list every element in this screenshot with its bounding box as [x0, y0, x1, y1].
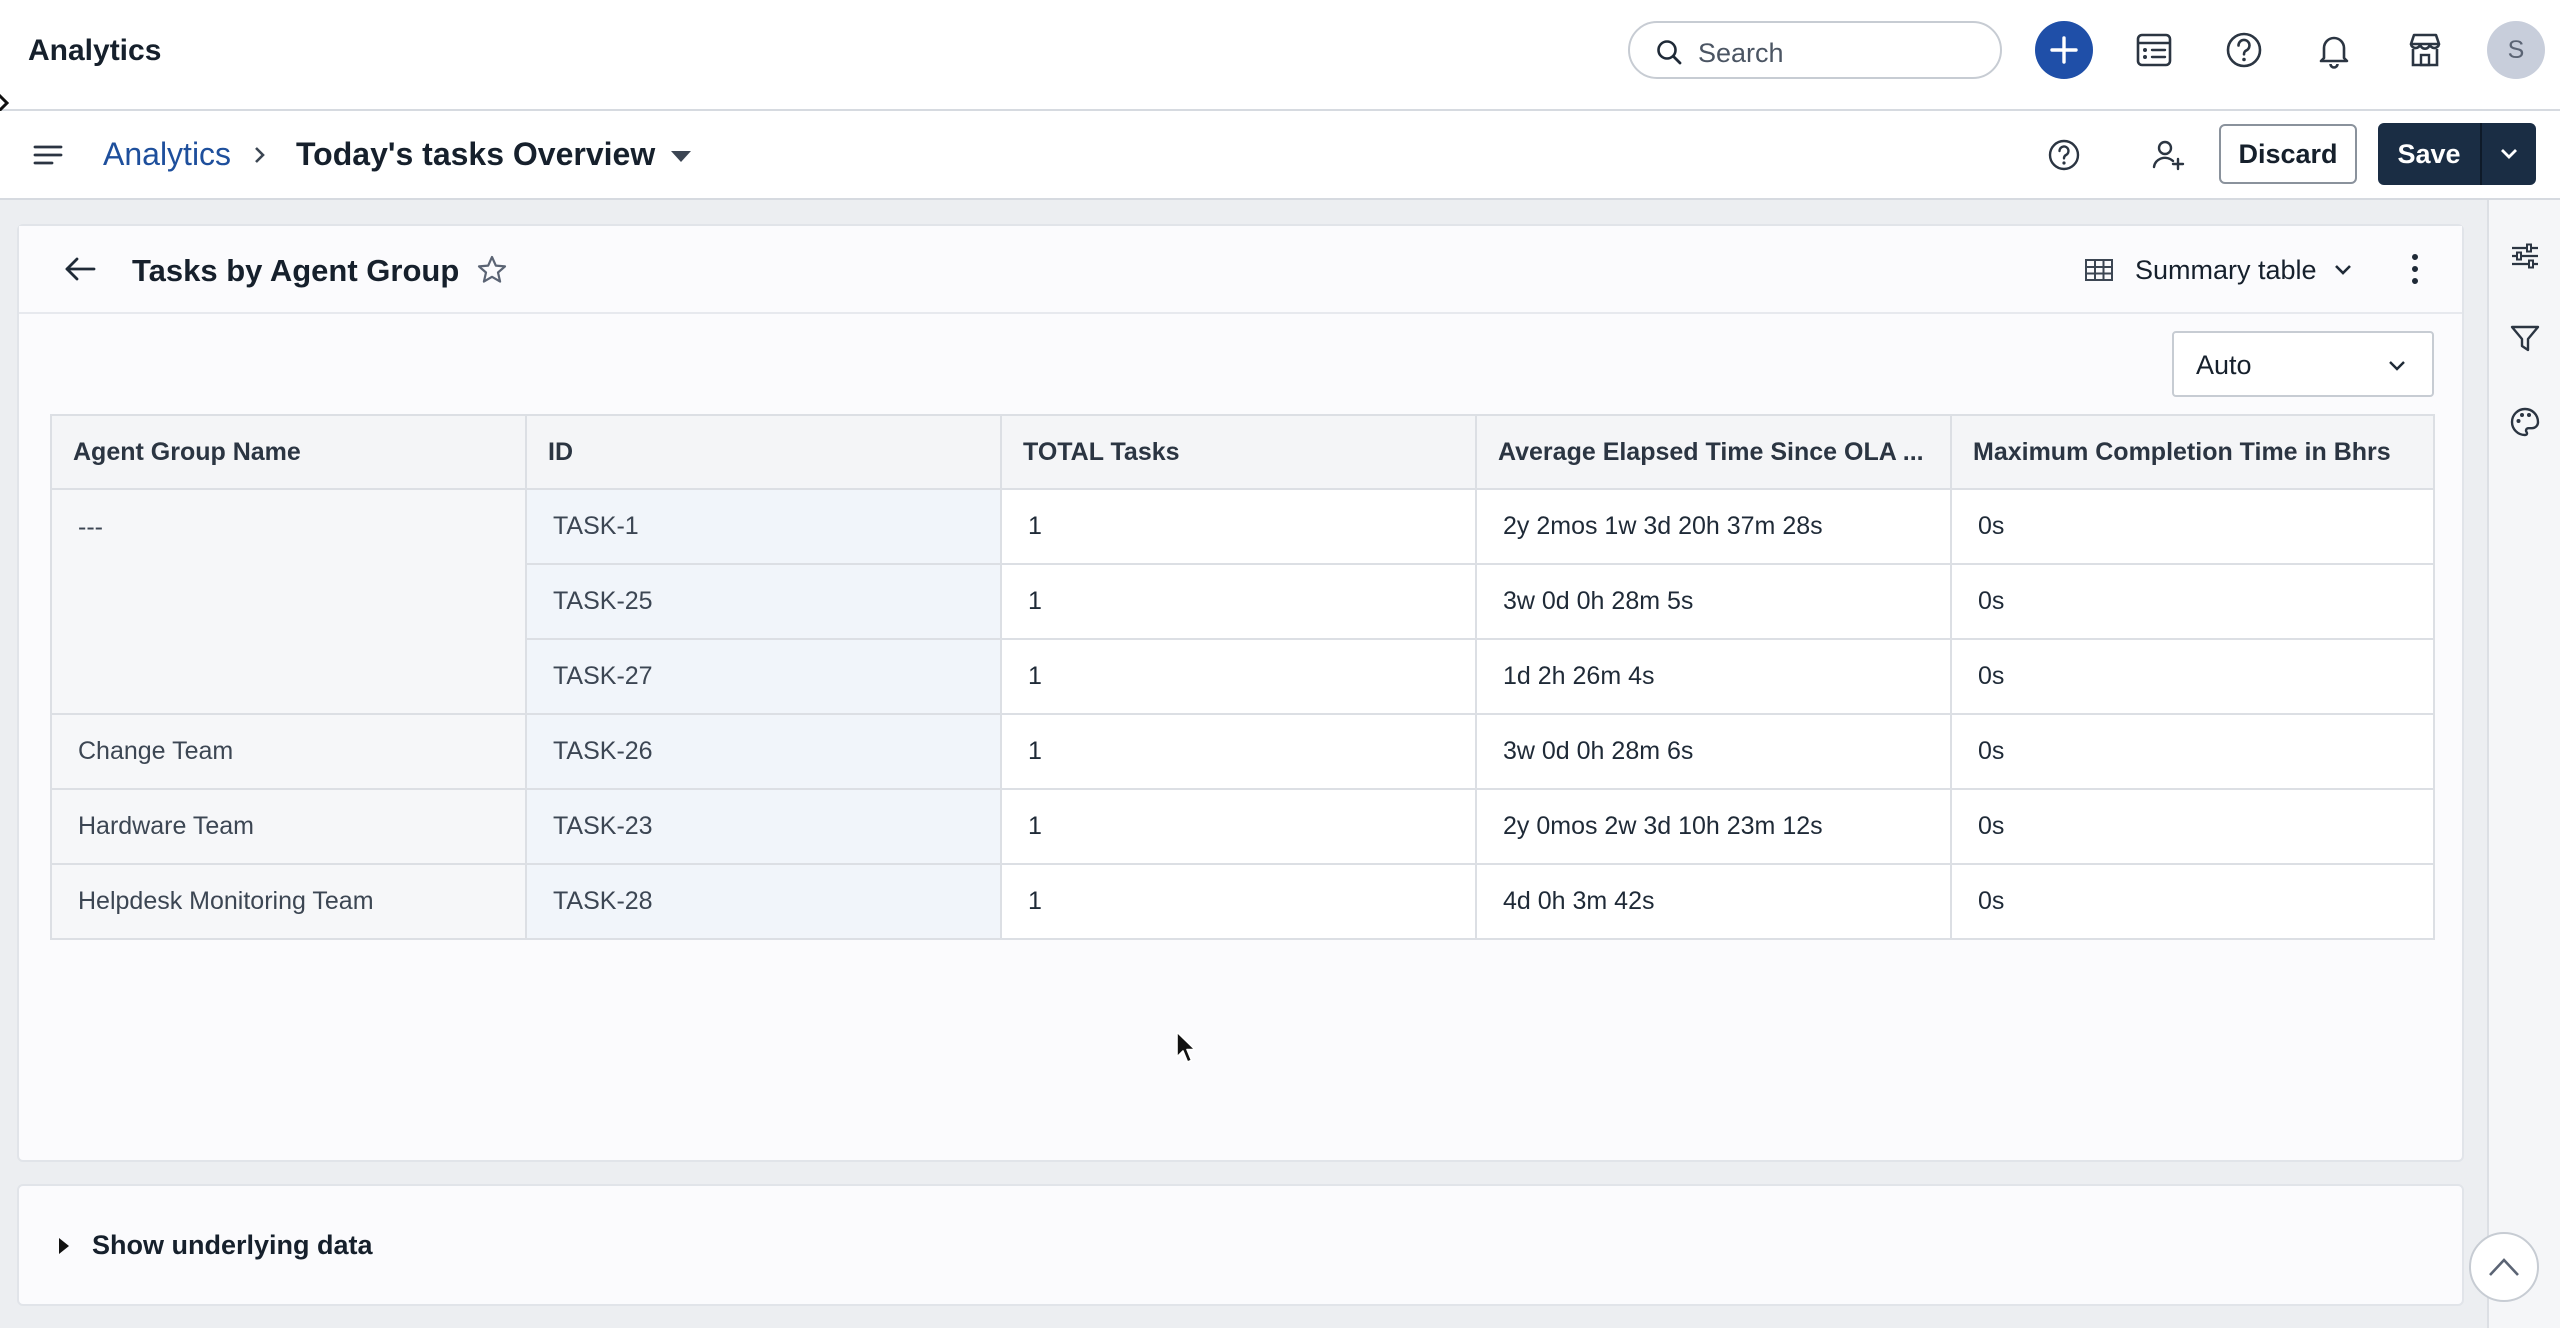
app-title: Analytics — [28, 34, 162, 67]
user-avatar[interactable]: S — [2487, 21, 2545, 79]
max-completion-cell: 0s — [1950, 638, 2435, 715]
filter-icon[interactable] — [2509, 322, 2541, 354]
right-side-rail — [2487, 200, 2560, 1328]
chevron-right-icon — [255, 147, 265, 163]
task-id-cell: TASK-26 — [525, 713, 1002, 790]
top-header: Analytics Search S — [0, 0, 2560, 111]
back-arrow-icon[interactable] — [63, 254, 97, 284]
visualization-type-select[interactable]: Summary table — [2085, 250, 2353, 290]
agent-group-cell: Hardware Team — [50, 788, 527, 865]
more-options-icon[interactable] — [2409, 252, 2421, 286]
avg-elapsed-cell: 1d 2h 26m 4s — [1475, 638, 1952, 715]
store-icon — [2409, 33, 2441, 67]
table-size-select[interactable]: Auto — [2172, 331, 2434, 397]
total-tasks-cell: 1 — [1000, 488, 1477, 565]
marketplace-button[interactable] — [2396, 21, 2454, 79]
report-title: Tasks by Agent Group — [132, 253, 460, 288]
report-card-header: Tasks by Agent Group Summary table — [19, 226, 2462, 314]
report-card: Tasks by Agent Group Summary table Auto — [17, 224, 2464, 1162]
table-row: Hardware Team TASK-23 1 2y 0mos 2w 3d 10… — [50, 788, 2435, 865]
max-completion-cell: 0s — [1950, 863, 2435, 940]
search-input[interactable]: Search — [1628, 21, 2002, 79]
total-tasks-cell: 1 — [1000, 788, 1477, 865]
underlying-data-panel[interactable]: Show underlying data — [17, 1184, 2464, 1306]
save-options-button[interactable] — [2482, 123, 2536, 185]
column-header[interactable]: TOTAL Tasks — [1000, 414, 1477, 490]
avg-elapsed-cell: 2y 0mos 2w 3d 10h 23m 12s — [1475, 788, 1952, 865]
table-header-row: Agent Group Name ID TOTAL Tasks Average … — [50, 414, 2435, 490]
total-tasks-cell: 1 — [1000, 563, 1477, 640]
column-header[interactable]: Maximum Completion Time in Bhrs — [1950, 414, 2435, 490]
search-icon — [1657, 40, 1682, 65]
search-placeholder: Search — [1698, 38, 1784, 68]
chevron-down-icon — [2501, 149, 2517, 159]
caret-down-icon[interactable] — [668, 148, 694, 164]
total-tasks-cell: 1 — [1000, 863, 1477, 940]
chevron-down-icon — [2389, 361, 2405, 371]
column-header[interactable]: ID — [525, 414, 1002, 490]
discard-button[interactable]: Discard — [2219, 124, 2357, 184]
create-new-button[interactable] — [2035, 21, 2093, 79]
chevron-up-icon — [2489, 1258, 2519, 1276]
total-tasks-cell: 1 — [1000, 638, 1477, 715]
task-id-cell: TASK-23 — [525, 788, 1002, 865]
settings-sliders-icon[interactable] — [2509, 240, 2541, 272]
bell-icon — [2319, 36, 2349, 69]
chevron-down-icon — [2334, 265, 2351, 275]
avg-elapsed-cell: 4d 0h 3m 42s — [1475, 863, 1952, 940]
column-header[interactable]: Average Elapsed Time Since OLA ... — [1475, 414, 1952, 490]
avg-elapsed-cell: 2y 2mos 1w 3d 20h 37m 28s — [1475, 488, 1952, 565]
visualization-type-label: Summary table — [2135, 254, 2317, 285]
help-icon[interactable] — [2046, 137, 2082, 173]
avg-elapsed-cell: 3w 0d 0h 28m 5s — [1475, 563, 1952, 640]
scroll-to-top-button[interactable] — [2469, 1232, 2539, 1302]
task-id-cell: TASK-28 — [525, 863, 1002, 940]
breadcrumb-analytics-link[interactable]: Analytics — [103, 136, 231, 173]
palette-icon[interactable] — [2509, 406, 2541, 438]
task-id-cell: TASK-27 — [525, 638, 1002, 715]
favorite-star-icon[interactable] — [476, 254, 508, 286]
agent-group-cell: Change Team — [50, 713, 527, 790]
max-completion-cell: 0s — [1950, 488, 2435, 565]
task-id-cell: TASK-1 — [525, 488, 1002, 565]
notifications-button[interactable] — [2305, 21, 2363, 79]
summary-table: Agent Group Name ID TOTAL Tasks Average … — [50, 414, 2435, 940]
table-row: --- TASK-1 1 2y 2mos 1w 3d 20h 37m 28s 0… — [50, 488, 2435, 715]
help-button[interactable] — [2215, 21, 2273, 79]
plus-icon — [2050, 36, 2078, 64]
agent-group-cell: --- — [50, 488, 527, 715]
help-icon — [2226, 32, 2262, 68]
save-button-group: Save — [2378, 123, 2536, 185]
max-completion-cell: 0s — [1950, 713, 2435, 790]
table-row: Change Team TASK-26 1 3w 0d 0h 28m 6s 0s — [50, 713, 2435, 790]
dashboard-title: Today's tasks Overview — [296, 136, 656, 172]
mouse-cursor-icon — [1176, 1031, 1196, 1063]
service-catalog-button[interactable] — [2125, 21, 2183, 79]
expand-triangle-icon — [59, 1238, 69, 1254]
avg-elapsed-cell: 3w 0d 0h 28m 6s — [1475, 713, 1952, 790]
column-header[interactable]: Agent Group Name — [50, 414, 527, 490]
agent-group-cell: Helpdesk Monitoring Team — [50, 863, 527, 940]
save-button[interactable]: Save — [2378, 123, 2482, 185]
share-user-icon[interactable] — [2148, 135, 2188, 175]
show-underlying-data-toggle[interactable]: Show underlying data — [92, 1230, 373, 1261]
total-tasks-cell: 1 — [1000, 713, 1477, 790]
service-catalog-icon — [2136, 33, 2172, 67]
max-completion-cell: 0s — [1950, 788, 2435, 865]
menu-icon[interactable] — [32, 139, 64, 171]
report-toolbar: Analytics Today's tasks Overview Discard… — [0, 111, 2560, 200]
max-completion-cell: 0s — [1950, 563, 2435, 640]
table-grid-icon — [2085, 259, 2113, 281]
table-size-value: Auto — [2196, 350, 2252, 380]
task-id-cell: TASK-25 — [525, 563, 1002, 640]
table-row: Helpdesk Monitoring Team TASK-28 1 4d 0h… — [50, 863, 2435, 940]
